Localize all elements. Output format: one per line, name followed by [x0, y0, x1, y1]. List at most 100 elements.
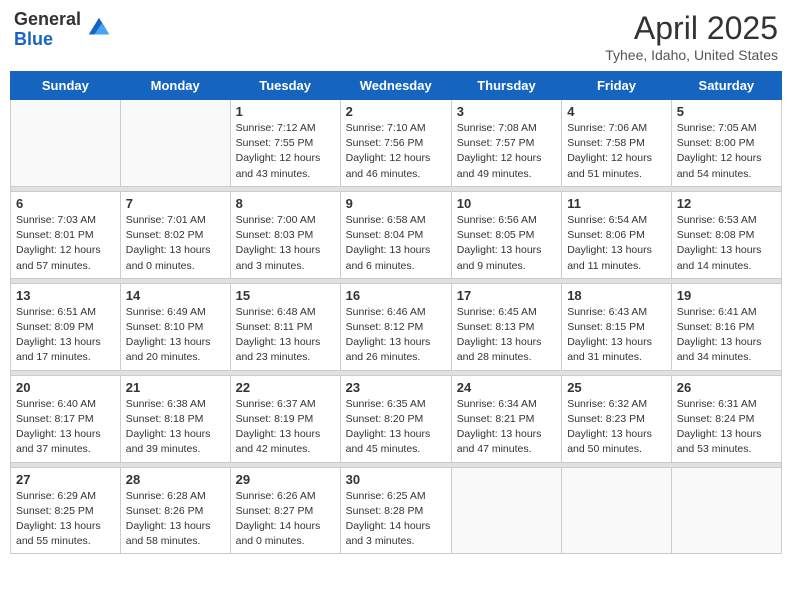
weekday-header-saturday: Saturday — [671, 72, 781, 100]
day-number: 19 — [677, 288, 776, 303]
day-number: 8 — [236, 196, 335, 211]
day-number: 18 — [567, 288, 666, 303]
weekday-header-monday: Monday — [120, 72, 230, 100]
calendar-cell — [120, 100, 230, 187]
day-number: 1 — [236, 104, 335, 119]
day-number: 14 — [126, 288, 225, 303]
calendar-week-row: 20Sunrise: 6:40 AM Sunset: 8:17 PM Dayli… — [11, 375, 782, 462]
calendar-cell: 22 Sunrise: 6:37 AM Sunset: 8:19 PM Dayli… — [230, 375, 340, 462]
day-info: Sunrise: 6:28 AM Sunset: 8:26 PM Dayligh… — [126, 489, 225, 550]
day-number: 24 — [457, 380, 556, 395]
calendar-cell: 8 Sunrise: 7:00 AM Sunset: 8:03 PM Daylig… — [230, 191, 340, 278]
day-info: Sunrise: 6:41 AM Sunset: 8:16 PM Dayligh… — [677, 305, 776, 366]
location: Tyhee, Idaho, United States — [605, 47, 778, 63]
calendar-cell: 12 Sunrise: 6:53 AM Sunset: 8:08 PM Dayli… — [671, 191, 781, 278]
day-info: Sunrise: 6:51 AM Sunset: 8:09 PM Dayligh… — [16, 305, 115, 366]
logo-icon — [85, 14, 113, 42]
day-number: 22 — [236, 380, 335, 395]
day-info: Sunrise: 6:48 AM Sunset: 8:11 PM Dayligh… — [236, 305, 335, 366]
day-info: Sunrise: 7:00 AM Sunset: 8:03 PM Dayligh… — [236, 213, 335, 274]
calendar-cell: 16 Sunrise: 6:46 AM Sunset: 8:12 PM Dayli… — [340, 283, 451, 370]
calendar-cell: 1 Sunrise: 7:12 AM Sunset: 7:55 PM Daylig… — [230, 100, 340, 187]
calendar-cell: 26 Sunrise: 6:31 AM Sunset: 8:24 PM Dayli… — [671, 375, 781, 462]
title-block: April 2025 Tyhee, Idaho, United States — [605, 10, 778, 63]
day-number: 17 — [457, 288, 556, 303]
day-info: Sunrise: 6:34 AM Sunset: 8:21 PM Dayligh… — [457, 397, 556, 458]
calendar-cell: 24 Sunrise: 6:34 AM Sunset: 8:21 PM Dayli… — [451, 375, 561, 462]
calendar-cell: 9 Sunrise: 6:58 AM Sunset: 8:04 PM Daylig… — [340, 191, 451, 278]
calendar-cell — [562, 467, 672, 554]
weekday-header-sunday: Sunday — [11, 72, 121, 100]
day-number: 23 — [346, 380, 446, 395]
calendar-cell: 7 Sunrise: 7:01 AM Sunset: 8:02 PM Daylig… — [120, 191, 230, 278]
calendar-cell: 19 Sunrise: 6:41 AM Sunset: 8:16 PM Dayli… — [671, 283, 781, 370]
calendar-cell — [671, 467, 781, 554]
day-info: Sunrise: 7:08 AM Sunset: 7:57 PM Dayligh… — [457, 121, 556, 182]
day-info: Sunrise: 7:05 AM Sunset: 8:00 PM Dayligh… — [677, 121, 776, 182]
day-number: 12 — [677, 196, 776, 211]
day-number: 15 — [236, 288, 335, 303]
calendar-cell: 28 Sunrise: 6:28 AM Sunset: 8:26 PM Dayli… — [120, 467, 230, 554]
calendar-week-row: 27 Sunrise: 6:29 AM Sunset: 8:25 PM Dayli… — [11, 467, 782, 554]
day-info: Sunrise: 7:01 AM Sunset: 8:02 PM Dayligh… — [126, 213, 225, 274]
day-info: Sunrise: 6:46 AM Sunset: 8:12 PM Dayligh… — [346, 305, 446, 366]
day-number: 7 — [126, 196, 225, 211]
day-info: Sunrise: 6:26 AM Sunset: 8:27 PM Dayligh… — [236, 489, 335, 550]
day-info: Sunrise: 6:49 AM Sunset: 8:10 PM Dayligh… — [126, 305, 225, 366]
day-number: 11 — [567, 196, 666, 211]
logo-text: General Blue — [14, 10, 81, 50]
day-info: Sunrise: 6:29 AM Sunset: 8:25 PM Dayligh… — [16, 489, 115, 550]
day-number: 20 — [16, 380, 115, 395]
calendar-cell: 10Sunrise: 6:56 AM Sunset: 8:05 PM Dayli… — [451, 191, 561, 278]
weekday-header-thursday: Thursday — [451, 72, 561, 100]
weekday-header-friday: Friday — [562, 72, 672, 100]
calendar-table: SundayMondayTuesdayWednesdayThursdayFrid… — [10, 71, 782, 554]
page-header: General Blue April 2025 Tyhee, Idaho, Un… — [10, 10, 782, 63]
calendar-week-row: 6Sunrise: 7:03 AM Sunset: 8:01 PM Daylig… — [11, 191, 782, 278]
day-number: 21 — [126, 380, 225, 395]
calendar-cell: 13Sunrise: 6:51 AM Sunset: 8:09 PM Dayli… — [11, 283, 121, 370]
day-info: Sunrise: 6:25 AM Sunset: 8:28 PM Dayligh… — [346, 489, 446, 550]
weekday-header-tuesday: Tuesday — [230, 72, 340, 100]
day-number: 9 — [346, 196, 446, 211]
day-number: 25 — [567, 380, 666, 395]
calendar-cell: 2Sunrise: 7:10 AM Sunset: 7:56 PM Daylig… — [340, 100, 451, 187]
calendar-cell: 5 Sunrise: 7:05 AM Sunset: 8:00 PM Daylig… — [671, 100, 781, 187]
calendar-cell: 11 Sunrise: 6:54 AM Sunset: 8:06 PM Dayli… — [562, 191, 672, 278]
day-info: Sunrise: 6:38 AM Sunset: 8:18 PM Dayligh… — [126, 397, 225, 458]
calendar-cell: 17 Sunrise: 6:45 AM Sunset: 8:13 PM Dayli… — [451, 283, 561, 370]
day-info: Sunrise: 7:06 AM Sunset: 7:58 PM Dayligh… — [567, 121, 666, 182]
calendar-cell: 6Sunrise: 7:03 AM Sunset: 8:01 PM Daylig… — [11, 191, 121, 278]
day-number: 28 — [126, 472, 225, 487]
calendar-cell: 21 Sunrise: 6:38 AM Sunset: 8:18 PM Dayli… — [120, 375, 230, 462]
calendar-cell: 20Sunrise: 6:40 AM Sunset: 8:17 PM Dayli… — [11, 375, 121, 462]
day-info: Sunrise: 6:43 AM Sunset: 8:15 PM Dayligh… — [567, 305, 666, 366]
day-info: Sunrise: 6:54 AM Sunset: 8:06 PM Dayligh… — [567, 213, 666, 274]
day-info: Sunrise: 7:03 AM Sunset: 8:01 PM Dayligh… — [16, 213, 115, 274]
day-number: 26 — [677, 380, 776, 395]
calendar-cell: 27 Sunrise: 6:29 AM Sunset: 8:25 PM Dayli… — [11, 467, 121, 554]
calendar-cell: 14 Sunrise: 6:49 AM Sunset: 8:10 PM Dayli… — [120, 283, 230, 370]
day-info: Sunrise: 6:31 AM Sunset: 8:24 PM Dayligh… — [677, 397, 776, 458]
calendar-cell: 15 Sunrise: 6:48 AM Sunset: 8:11 PM Dayli… — [230, 283, 340, 370]
calendar-cell: 29Sunrise: 6:26 AM Sunset: 8:27 PM Dayli… — [230, 467, 340, 554]
calendar-cell: 18 Sunrise: 6:43 AM Sunset: 8:15 PM Dayli… — [562, 283, 672, 370]
calendar-cell — [451, 467, 561, 554]
day-info: Sunrise: 7:12 AM Sunset: 7:55 PM Dayligh… — [236, 121, 335, 182]
day-number: 27 — [16, 472, 115, 487]
weekday-header-wednesday: Wednesday — [340, 72, 451, 100]
day-number: 30 — [346, 472, 446, 487]
calendar-cell: 25Sunrise: 6:32 AM Sunset: 8:23 PM Dayli… — [562, 375, 672, 462]
day-info: Sunrise: 6:53 AM Sunset: 8:08 PM Dayligh… — [677, 213, 776, 274]
day-number: 5 — [677, 104, 776, 119]
day-number: 16 — [346, 288, 446, 303]
logo: General Blue — [14, 10, 113, 50]
day-info: Sunrise: 6:58 AM Sunset: 8:04 PM Dayligh… — [346, 213, 446, 274]
day-info: Sunrise: 6:37 AM Sunset: 8:19 PM Dayligh… — [236, 397, 335, 458]
month-title: April 2025 — [605, 10, 778, 47]
logo-blue: Blue — [14, 30, 81, 50]
day-number: 2 — [346, 104, 446, 119]
day-info: Sunrise: 6:45 AM Sunset: 8:13 PM Dayligh… — [457, 305, 556, 366]
day-number: 3 — [457, 104, 556, 119]
day-number: 10 — [457, 196, 556, 211]
